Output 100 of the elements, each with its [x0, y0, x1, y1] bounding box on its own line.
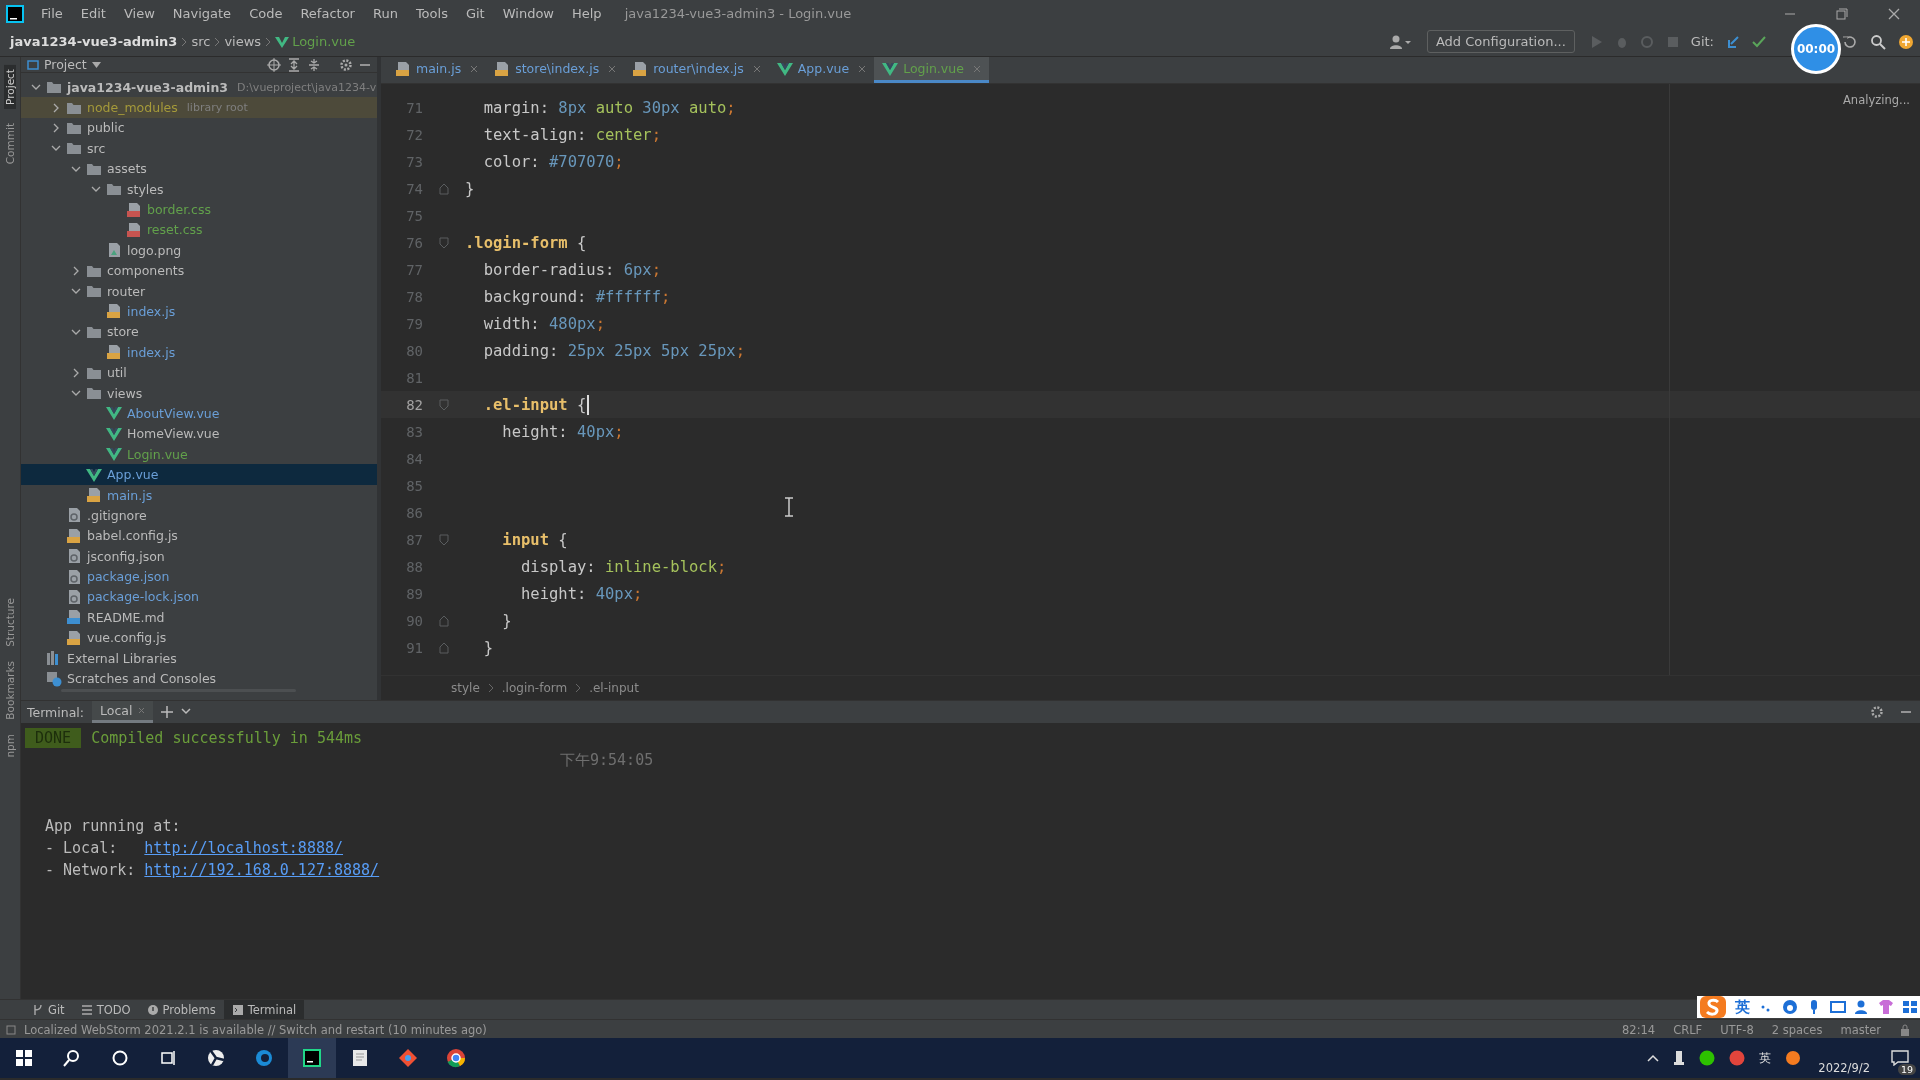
tool-window-button[interactable]: Structure: [4, 598, 16, 648]
update-available-icon[interactable]: [1898, 33, 1914, 50]
tool-window-tab[interactable]: Problems: [138, 999, 224, 1020]
commit-check-icon[interactable]: [1752, 34, 1766, 49]
menu-item[interactable]: Code: [240, 3, 292, 24]
tree-item[interactable]: External Libraries: [21, 647, 377, 669]
editor-tab[interactable]: main.js: [387, 57, 487, 83]
tree-item[interactable]: Scratches and Consoles: [21, 668, 377, 689]
breadcrumb[interactable]: Login.vue: [275, 34, 356, 49]
tree-item[interactable]: babel.config.js: [21, 525, 377, 546]
clock-date[interactable]: 2022/9/2: [1818, 1061, 1870, 1075]
add-icon[interactable]: [161, 706, 174, 718]
settings-icon[interactable]: [1870, 705, 1884, 719]
ide-app-icon[interactable]: [302, 1048, 322, 1068]
tree-item[interactable]: jsconfig.json: [21, 546, 377, 567]
history-icon[interactable]: [1842, 33, 1858, 50]
editor-tab[interactable]: router\index.js: [624, 57, 769, 83]
tree-item[interactable]: package-lock.json: [21, 586, 377, 608]
tree-item[interactable]: logo.png: [21, 240, 377, 261]
tree-item[interactable]: AboutView.vue: [21, 403, 377, 424]
chevron-right-icon[interactable]: [51, 102, 61, 113]
breadcrumb[interactable]: style: [451, 681, 480, 695]
tool-window-button[interactable]: Bookmarks: [4, 661, 16, 720]
tree-item[interactable]: border.css: [21, 199, 377, 220]
tray-app-icon[interactable]: [1729, 1050, 1746, 1066]
input-language[interactable]: 英: [1759, 1049, 1772, 1067]
close-icon[interactable]: [608, 64, 617, 73]
tree-item[interactable]: vue.config.js: [21, 627, 377, 648]
tree-item[interactable]: reset.css: [21, 219, 377, 241]
menu-item[interactable]: Refactor: [291, 3, 364, 24]
chevron-right-icon[interactable]: [71, 367, 81, 378]
tree-item[interactable]: README.md: [21, 607, 377, 628]
menu-item[interactable]: Edit: [71, 3, 115, 24]
device-icon[interactable]: [1673, 1050, 1686, 1066]
locate-icon[interactable]: [267, 57, 281, 72]
close-icon[interactable]: [858, 64, 867, 73]
expand-all-icon[interactable]: [287, 57, 301, 72]
tree-item[interactable]: assets: [21, 158, 377, 179]
task-view-icon[interactable]: [158, 1048, 178, 1068]
menu-item[interactable]: Git: [456, 3, 494, 24]
start-icon[interactable]: [14, 1048, 34, 1068]
menu-item[interactable]: Navigate: [163, 3, 241, 24]
tree-item[interactable]: main.js: [21, 484, 377, 506]
tree-item[interactable]: store: [21, 321, 377, 343]
tree-item[interactable]: components: [21, 260, 377, 281]
tree-item[interactable]: index.js: [21, 301, 377, 322]
fan-app-icon[interactable]: [206, 1048, 226, 1068]
editor-tab[interactable]: App.vue: [768, 57, 875, 83]
chrome-icon[interactable]: [446, 1048, 466, 1068]
tree-item[interactable]: util: [21, 362, 377, 383]
chat-app-icon[interactable]: [1699, 1050, 1716, 1066]
menu-item[interactable]: Tools: [406, 3, 457, 24]
menu-item[interactable]: Window: [493, 3, 563, 24]
menu-item[interactable]: Run: [363, 3, 407, 24]
tree-item[interactable]: index.js: [21, 342, 377, 363]
tool-window-tab[interactable]: TODO: [72, 999, 139, 1020]
update-project-icon[interactable]: [1726, 34, 1740, 49]
browser-icon[interactable]: [254, 1048, 274, 1068]
tree-item[interactable]: Login.vue: [21, 444, 377, 465]
tool-window-button[interactable]: Commit: [4, 122, 16, 165]
notepad-icon[interactable]: [350, 1048, 370, 1068]
breadcrumb[interactable]: java1234-vue3-admin3: [10, 34, 178, 49]
input-language[interactable]: 英: [1735, 997, 1750, 1017]
status-item[interactable]: 82:14: [1622, 1023, 1656, 1037]
chevron-down-icon[interactable]: [181, 708, 192, 716]
tree-item[interactable]: App.vue: [21, 464, 377, 485]
git-client-icon[interactable]: [398, 1048, 418, 1068]
chevron-right-icon[interactable]: [71, 265, 81, 276]
shirt-icon[interactable]: [1878, 999, 1894, 1015]
settings-icon[interactable]: [339, 57, 353, 72]
status-item[interactable]: master: [1840, 1023, 1881, 1037]
breadcrumb[interactable]: src: [191, 34, 211, 49]
search-icon[interactable]: [1870, 33, 1886, 50]
breadcrumb[interactable]: views: [224, 34, 262, 49]
notification-icon[interactable]: [1891, 1050, 1909, 1066]
menu-item[interactable]: Help: [563, 3, 611, 24]
collapse-all-icon[interactable]: [307, 57, 321, 72]
input-method-logo-icon[interactable]: [1699, 995, 1727, 1019]
tool-window-button[interactable]: Project: [4, 65, 16, 109]
tool-window-tab[interactable]: Git: [24, 999, 73, 1020]
cortana-icon[interactable]: [110, 1048, 130, 1068]
panel-title-dropdown[interactable]: Project: [27, 57, 101, 72]
editor-tab[interactable]: store\index.js: [486, 57, 625, 83]
tree-item[interactable]: router: [21, 280, 377, 302]
tree-item[interactable]: .gitignore: [21, 505, 377, 526]
url-link[interactable]: http://192.168.0.127:8888/: [144, 861, 380, 879]
keyboard-icon[interactable]: [1830, 999, 1846, 1015]
close-icon[interactable]: [470, 64, 479, 73]
tree-item[interactable]: views: [21, 382, 377, 404]
breadcrumb[interactable]: .el-input: [589, 681, 639, 695]
user-icon[interactable]: [1388, 33, 1411, 50]
tree-item[interactable]: java1234-vue3-admin3 D:\vueproject\java1234-v: [21, 77, 377, 98]
restore-icon[interactable]: [1836, 7, 1848, 20]
tree-item[interactable]: package.json: [21, 566, 377, 587]
status-item[interactable]: 2 spaces: [1771, 1023, 1823, 1037]
menu-item[interactable]: View: [114, 3, 164, 24]
session-tab[interactable]: Local: [92, 701, 154, 723]
tool-window-tab[interactable]: Terminal: [223, 999, 305, 1020]
input-method-icon[interactable]: [1785, 1050, 1802, 1066]
user-icon[interactable]: [1854, 999, 1870, 1015]
